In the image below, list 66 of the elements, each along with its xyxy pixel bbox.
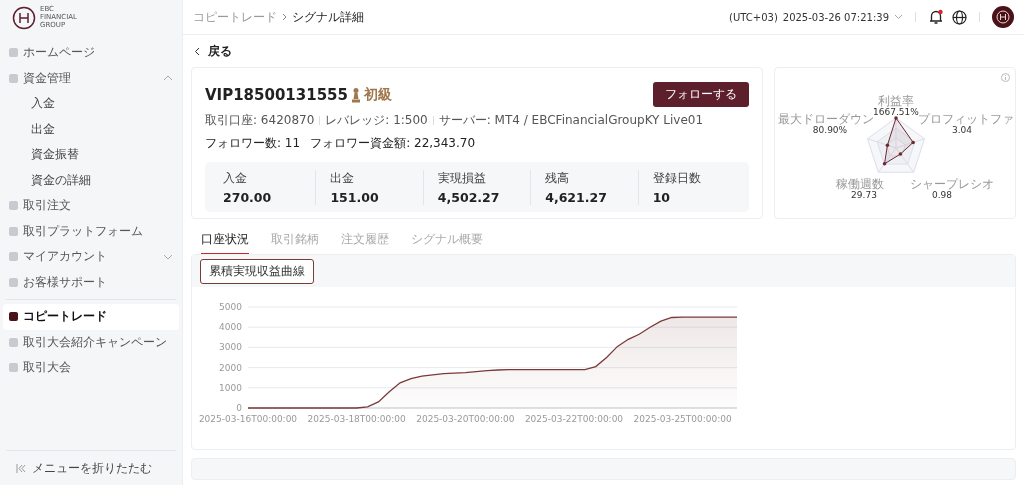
- radar-axis-label: 稼働週数: [836, 177, 884, 191]
- y-axis-label: 4000: [219, 322, 242, 333]
- radar-axis-value: 1667.51%: [873, 107, 919, 117]
- follow-button[interactable]: フォローする: [653, 82, 749, 107]
- y-axis-label: 3000: [219, 342, 242, 353]
- chevron-left-icon: [194, 46, 200, 56]
- stat-label: 登録日数: [652, 169, 702, 187]
- radar-axis-label: 最大ドローダウン: [778, 112, 874, 126]
- sidebar-item[interactable]: お客様サポート: [3, 269, 179, 295]
- avatar-logo-icon[interactable]: [992, 6, 1014, 28]
- back-link[interactable]: 戻る: [191, 35, 232, 67]
- sidebar-item[interactable]: マイアカウント: [3, 244, 179, 270]
- x-axis-label: 2025-03-16T00:00:00: [198, 414, 298, 424]
- timezone-label[interactable]: (UTC+03): [729, 11, 778, 23]
- radar-axis-label: プロフィットファ: [918, 112, 1014, 126]
- x-axis-label: 2025-03-20T00:00:00: [416, 414, 515, 424]
- follower-stat: フォロワー資金額: 22,343.70: [310, 135, 476, 152]
- stat-value: 10: [652, 189, 672, 205]
- sidebar-subitem[interactable]: 資金の詳細: [3, 167, 179, 193]
- level-label: 初級: [364, 85, 392, 104]
- radar-axis-value: 0.98: [932, 190, 952, 200]
- stat-label: 出金: [330, 169, 356, 187]
- sidebar-item[interactable]: 資金管理: [3, 65, 179, 91]
- sidebar-item[interactable]: 取引注文: [3, 193, 179, 219]
- radar-axis-value: 3.04: [952, 125, 972, 135]
- stat-value: 151.00: [330, 189, 380, 205]
- sidebar-item[interactable]: ホームページ: [3, 40, 179, 66]
- sidebar-item[interactable]: 取引プラットフォーム: [3, 218, 179, 244]
- y-axis-label: 5000: [219, 302, 242, 312]
- bell-icon[interactable]: [928, 9, 944, 25]
- y-axis-label: 2000: [219, 362, 242, 373]
- signal-name: VIP18500131555: [205, 85, 348, 104]
- sidebar-item[interactable]: 取引大会: [3, 355, 179, 381]
- stat-label: 残高: [545, 169, 571, 187]
- radar-axis-label: 利益率: [878, 94, 914, 108]
- follower-stat: フォロワー数: 11: [205, 135, 301, 152]
- radar-axis-value: 29.73: [851, 190, 877, 200]
- account-detail: レバレッジ: 1:500: [325, 112, 428, 129]
- radar-axis-label: シャープレシオ: [910, 177, 994, 191]
- sidebar-item[interactable]: コピートレード: [3, 304, 179, 330]
- radar-axis-value: 80.90%: [812, 125, 848, 135]
- datetime-text: 2025-03-26 07:21:39: [782, 11, 889, 23]
- stat-label: 実現損益: [437, 169, 487, 187]
- sidebar-subitem[interactable]: 入金: [3, 91, 179, 117]
- sidebar-subitem[interactable]: 資金振替: [3, 142, 179, 168]
- sidebar-subitem[interactable]: 出金: [3, 116, 179, 142]
- chevron-right-icon: [282, 13, 287, 21]
- sidebar-item[interactable]: 取引大会紹介キャンペーン: [3, 329, 179, 355]
- stat-label: 入金: [223, 169, 248, 187]
- y-axis-label: 0: [236, 403, 242, 413]
- stat-value: 4,502.27: [437, 189, 501, 205]
- logo-emblem-icon: [12, 6, 36, 30]
- collapse-menu-button[interactable]: メニューを折りたたむ: [0, 455, 182, 485]
- y-axis-label: 1000: [219, 382, 242, 393]
- pawn-icon: [351, 86, 361, 103]
- account-detail: 取引口座: 6420870: [205, 112, 315, 129]
- globe-icon[interactable]: [952, 9, 967, 25]
- stat-value: 270.00: [223, 189, 273, 205]
- x-axis-label: 2025-03-25T00:00:00: [633, 414, 732, 424]
- tab[interactable]: 口座状況: [201, 231, 249, 254]
- x-axis-label: 2025-03-22T00:00:00: [524, 414, 624, 424]
- stat-value: 4,621.27: [545, 189, 608, 205]
- collapse-icon: [16, 463, 26, 473]
- x-axis-label: 2025-03-18T00:00:00: [307, 414, 406, 424]
- account-detail: サーバー: MT4 / EBCFinancialGroupKY Live01: [438, 112, 704, 129]
- chart-type-button[interactable]: 累積実現収益曲線: [200, 258, 314, 284]
